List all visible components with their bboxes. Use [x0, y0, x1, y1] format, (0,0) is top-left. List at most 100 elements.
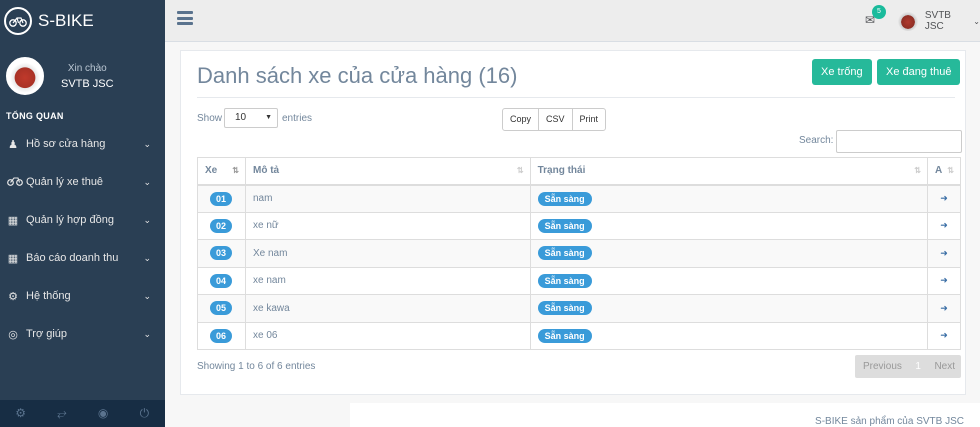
- chevron-down-icon: ⌄: [143, 214, 151, 225]
- table-info: Showing 1 to 6 of 6 entries: [197, 361, 316, 372]
- lifebuoy-icon: ◎: [8, 328, 18, 341]
- avatar: [6, 57, 44, 95]
- sidebar-item-help[interactable]: ◎ Trợ giúp ⌄: [0, 315, 165, 353]
- eye-slash-icon[interactable]: ◉: [83, 400, 124, 427]
- free-bikes-button[interactable]: Xe trống: [812, 59, 872, 85]
- sign-in-icon[interactable]: ➜: [927, 266, 961, 295]
- search-label: Search:: [799, 135, 834, 146]
- sign-in-icon[interactable]: ➜: [927, 294, 961, 323]
- entries-label: entries: [282, 113, 313, 124]
- table-row: 01 nam Sẵn sàng ➜: [197, 184, 961, 213]
- user-menu[interactable]: SVTB JSC ⌄: [898, 10, 980, 32]
- sidebar-item-contracts[interactable]: ▦ Quản lý hợp đồng ⌄: [0, 201, 165, 239]
- profile: Xin chào SVTB JSC: [0, 47, 165, 105]
- profile-name: SVTB JSC: [61, 77, 114, 90]
- settings-icon[interactable]: ⚙: [0, 400, 41, 427]
- power-icon[interactable]: ⏻: [124, 400, 165, 427]
- table-row: 06 xe 06 Sẵn sàng ➜: [197, 321, 961, 350]
- csv-button[interactable]: CSV: [539, 109, 573, 130]
- pagination: Previous 1 Next: [855, 355, 961, 378]
- caret-down-icon: ▼: [265, 114, 272, 121]
- sort-icon: ⇅: [914, 166, 921, 175]
- chevron-down-icon: ⌄: [143, 252, 151, 263]
- bike-id-badge[interactable]: 06: [210, 328, 233, 343]
- sidebar-item-label: Hệ thống: [26, 290, 71, 302]
- topbar: ✉ 5 SVTB JSC ⌄: [165, 0, 980, 42]
- column-header-action[interactable]: A ⇅: [927, 157, 961, 186]
- chevron-down-icon: ⌄: [143, 290, 151, 301]
- menu-toggle-icon[interactable]: [177, 11, 193, 25]
- chevron-down-icon: ⌄: [143, 328, 151, 339]
- sidebar-item-revenue-report[interactable]: ▦ Báo cáo doanh thu ⌄: [0, 239, 165, 277]
- bike-description: xe nam: [244, 266, 531, 295]
- page-number[interactable]: 1: [915, 361, 921, 372]
- bike-id-badge[interactable]: 04: [210, 273, 233, 288]
- search-input[interactable]: [836, 130, 962, 153]
- footer-text: S-BIKE sản phẩm của SVTB JSC: [815, 416, 964, 427]
- sort-icon: ⇅: [947, 166, 954, 175]
- sidebar-item-label: Quản lý xe thuê: [26, 176, 104, 188]
- gear-icon: ⚙: [8, 290, 18, 303]
- table-row: 04 xe nam Sẵn sàng ➜: [197, 266, 961, 295]
- status-badge: Sẵn sàng: [537, 246, 592, 261]
- sidebar-footer: ⚙ ⥂ ◉ ⏻: [0, 400, 165, 427]
- qrcode-icon: ▦: [7, 252, 19, 265]
- bike-id-badge[interactable]: 02: [210, 218, 233, 233]
- bike-id-badge[interactable]: 03: [210, 246, 233, 261]
- copy-button[interactable]: Copy: [503, 109, 540, 130]
- sign-in-icon[interactable]: ➜: [927, 239, 961, 268]
- chevron-down-icon: ⌄: [973, 16, 980, 26]
- qrcode-icon: ▦: [7, 214, 19, 227]
- rented-bikes-button[interactable]: Xe đang thuê: [877, 59, 961, 85]
- bike-id-badge[interactable]: 05: [210, 301, 233, 316]
- notification-badge: 5: [872, 5, 886, 19]
- sort-icon: ⇅: [516, 166, 524, 175]
- brand[interactable]: S-BIKE: [0, 0, 165, 42]
- page-size-value: 10: [235, 112, 247, 123]
- bike-description: nam: [244, 184, 531, 213]
- page-title: Danh sách xe của cửa hàng (16): [197, 63, 518, 88]
- export-buttons: Copy CSV Print: [502, 108, 607, 131]
- fullscreen-icon[interactable]: ⥂: [41, 400, 82, 427]
- status-badge: Sẵn sàng: [537, 191, 592, 206]
- user-name: SVTB JSC: [924, 10, 951, 32]
- sidebar-item-store-profile[interactable]: ♟ Hồ sơ cửa hàng ⌄: [0, 125, 165, 163]
- bike-id-badge[interactable]: 01: [210, 191, 233, 206]
- footer: S-BIKE sản phẩm của SVTB JSC: [350, 403, 980, 427]
- bicycle-icon: [4, 7, 32, 35]
- avatar: [898, 11, 918, 31]
- sidebar-item-label: Trợ giúp: [26, 328, 68, 340]
- bike-description: xe 06: [244, 321, 531, 350]
- sidebar-item-system[interactable]: ⚙ Hệ thống ⌄: [0, 277, 165, 315]
- print-button[interactable]: Print: [573, 109, 606, 130]
- sidebar-item-label: Quản lý hợp đồng: [26, 214, 114, 226]
- column-header-status[interactable]: Trạng thái ⇅: [529, 157, 929, 186]
- next-button[interactable]: Next: [934, 361, 955, 372]
- previous-button[interactable]: Previous: [863, 361, 902, 372]
- sidebar: S-BIKE Xin chào SVTB JSC TỔNG QUAN ♟ Hồ …: [0, 0, 165, 427]
- sort-asc-icon: ⇅: [232, 166, 239, 175]
- sidebar-item-rental-bikes[interactable]: Quản lý xe thuê ⌄: [0, 163, 165, 201]
- bike-description: Xe nam: [244, 239, 531, 268]
- table-row: 02 xe nữ Sẵn sàng ➜: [197, 211, 961, 240]
- table-row: 03 Xe nam Sẵn sàng ➜: [197, 239, 961, 268]
- status-badge: Sẵn sàng: [537, 301, 592, 316]
- greeting: Xin chào: [67, 62, 107, 74]
- table-row: 05 xe kawa Sẵn sàng ➜: [197, 294, 961, 323]
- bike-list-panel: Danh sách xe của cửa hàng (16) Xe trống …: [180, 50, 966, 395]
- sidebar-item-label: Hồ sơ cửa hàng: [26, 138, 106, 150]
- chevron-down-icon: ⌄: [143, 138, 151, 149]
- status-badge: Sẵn sàng: [537, 273, 592, 288]
- sign-in-icon[interactable]: ➜: [927, 321, 961, 350]
- sidebar-item-label: Báo cáo doanh thu: [26, 252, 119, 264]
- status-badge: Sẵn sàng: [537, 218, 592, 233]
- column-header-description[interactable]: Mô tả ⇅: [244, 157, 531, 186]
- sign-in-icon[interactable]: ➜: [927, 211, 961, 240]
- sign-in-icon[interactable]: ➜: [927, 184, 961, 213]
- column-header-xe[interactable]: Xe ⇅: [197, 157, 246, 186]
- section-title: TỔNG QUAN: [6, 111, 64, 121]
- brand-name: S-BIKE: [38, 11, 94, 30]
- status-badge: Sẵn sàng: [537, 328, 592, 343]
- chevron-down-icon: ⌄: [143, 176, 151, 187]
- page-size-select[interactable]: 10 ▼: [224, 108, 278, 128]
